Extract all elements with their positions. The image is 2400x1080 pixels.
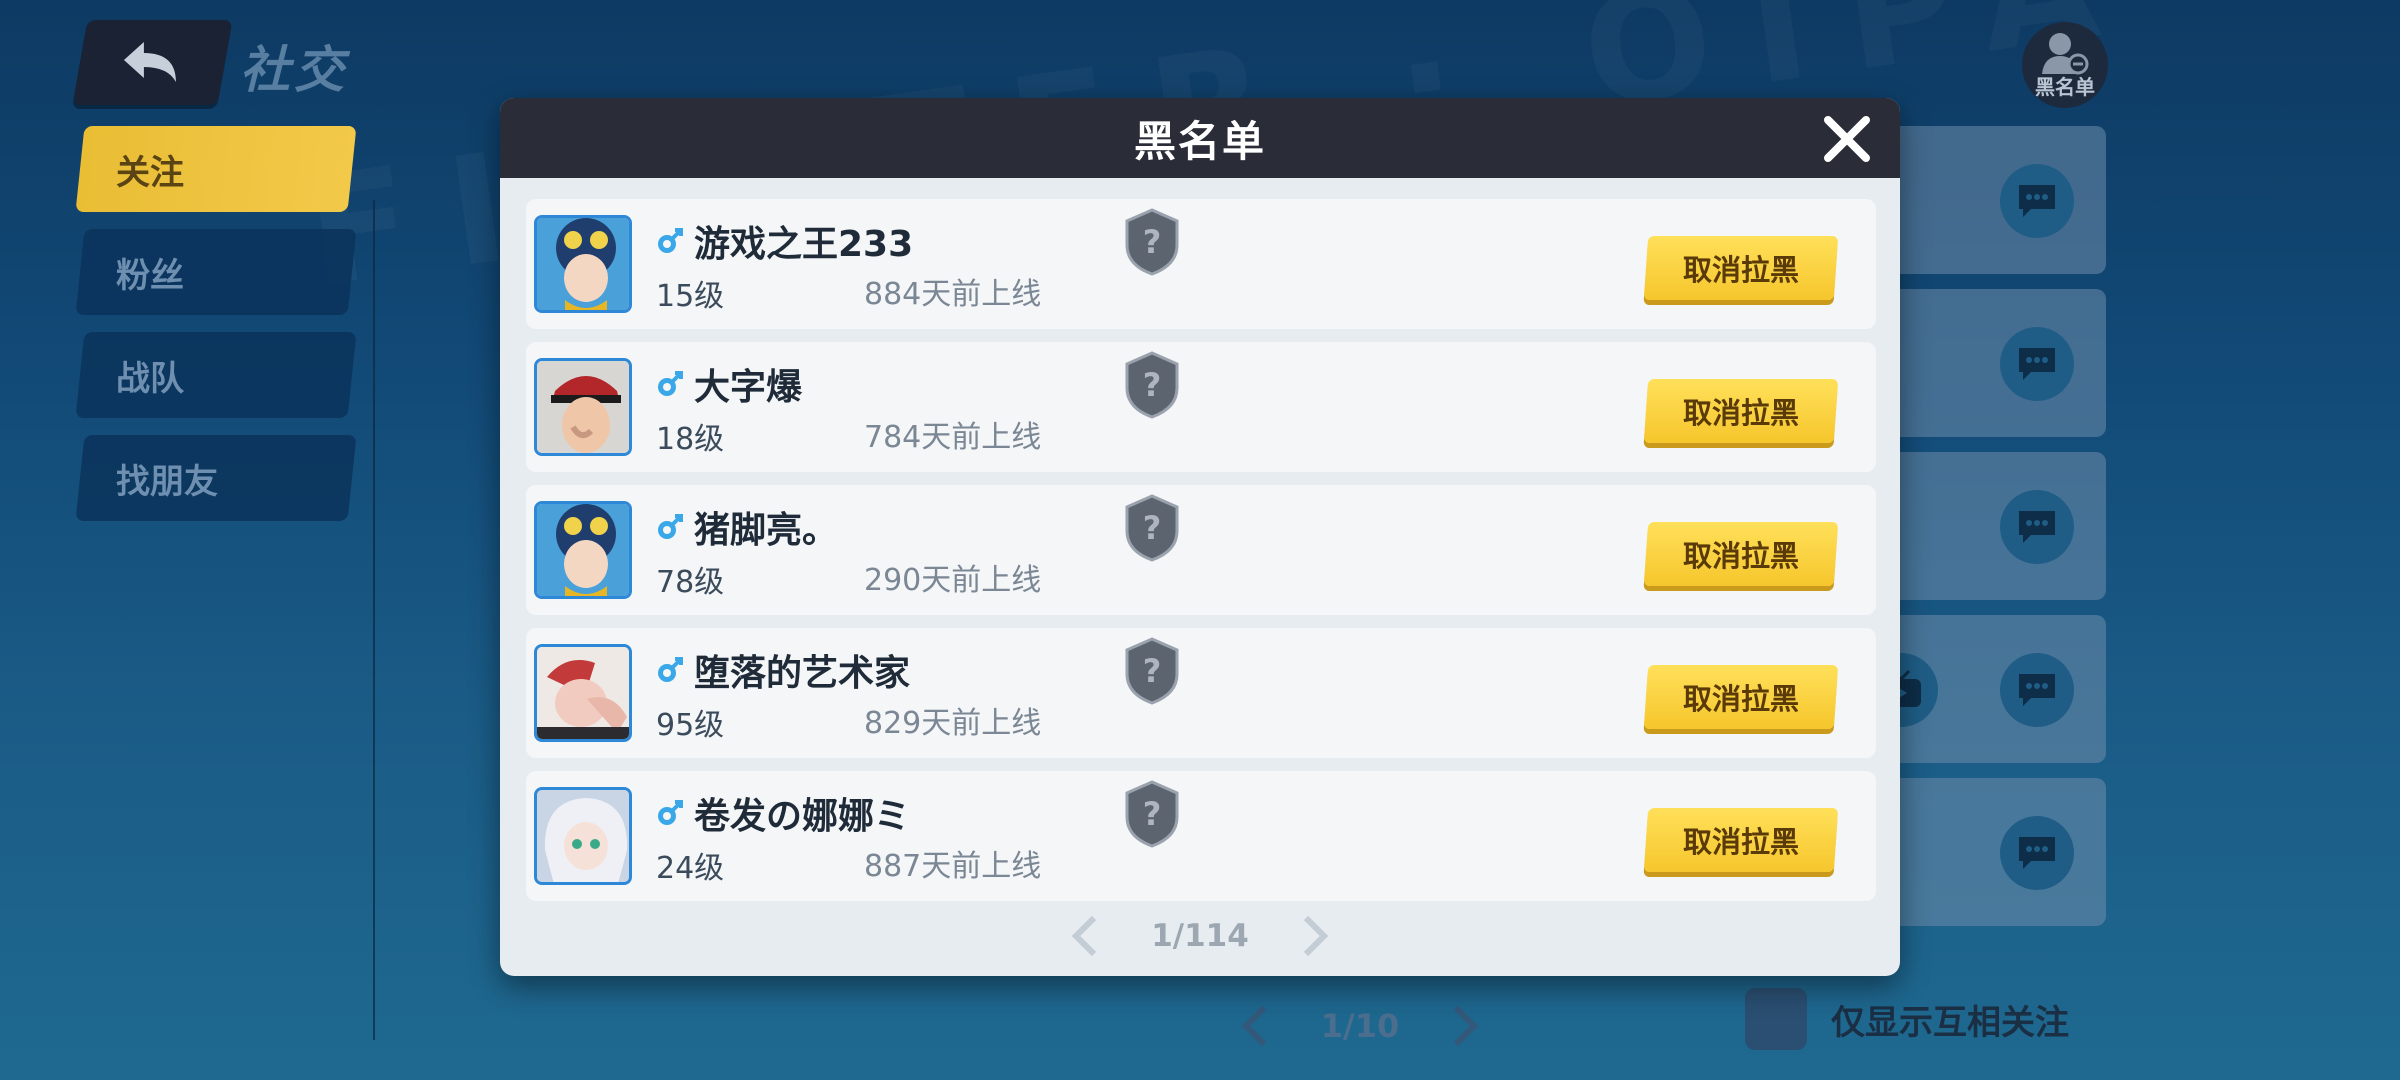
tab-follow[interactable]: 关注 bbox=[75, 126, 357, 212]
rank-unknown-icon: ? bbox=[1125, 351, 1179, 419]
male-icon bbox=[658, 800, 683, 825]
chat-icon bbox=[2019, 511, 2055, 543]
avatar[interactable] bbox=[534, 358, 632, 456]
list-item: 猪脚亮。 78级 290天前上线 ? 取消拉黑 bbox=[526, 485, 1876, 615]
bg-pagination: 1/10 bbox=[1240, 996, 1480, 1056]
tab-follow-label: 关注 bbox=[116, 152, 184, 193]
mutual-only-toggle[interactable]: 仅显示互相关注 bbox=[1745, 988, 2069, 1050]
prev-page-icon[interactable] bbox=[1240, 1004, 1270, 1048]
user-block-icon bbox=[2042, 33, 2089, 75]
unblock-button-label: 取消拉黑 bbox=[1682, 682, 1799, 716]
mutual-only-label: 仅显示互相关注 bbox=[1831, 1002, 2069, 1043]
dialog-title: 黑名单 bbox=[1133, 116, 1266, 166]
svg-text:?: ? bbox=[1143, 223, 1162, 261]
tab-fans-label: 粉丝 bbox=[116, 255, 184, 296]
unblock-button[interactable]: 取消拉黑 bbox=[1643, 808, 1839, 872]
blacklist-list: 游戏之王233 15级 884天前上线 ? 取消拉黑 大字爆 18级 784天前… bbox=[526, 199, 1876, 914]
unblock-button-label: 取消拉黑 bbox=[1682, 825, 1799, 859]
user-level: 18级 bbox=[656, 422, 725, 457]
blacklist-dialog: 黑名单 游戏之王233 15级 884天前上线 ? 取消拉黑 大字爆 18级 7… bbox=[500, 98, 1900, 976]
unblock-button[interactable]: 取消拉黑 bbox=[1643, 665, 1839, 729]
friend-card bbox=[1870, 778, 2106, 926]
last-online: 884天前上线 bbox=[864, 277, 1042, 312]
rank-unknown-icon: ? bbox=[1125, 780, 1179, 848]
unblock-button-label: 取消拉黑 bbox=[1682, 253, 1799, 287]
male-icon bbox=[658, 371, 683, 396]
username: 猪脚亮。 bbox=[694, 510, 839, 551]
chat-button[interactable] bbox=[2000, 816, 2074, 890]
friend-card bbox=[1864, 615, 2106, 763]
chat-button[interactable] bbox=[2000, 164, 2074, 238]
next-page-icon[interactable] bbox=[1300, 914, 1330, 958]
rank-unknown-icon: ? bbox=[1125, 494, 1179, 562]
back-button[interactable] bbox=[72, 20, 233, 105]
rank-unknown-icon: ? bbox=[1125, 637, 1179, 705]
user-level: 24级 bbox=[656, 851, 725, 886]
user-level: 15级 bbox=[656, 279, 725, 314]
mutual-only-checkbox[interactable] bbox=[1745, 988, 1807, 1050]
avatar[interactable] bbox=[534, 215, 632, 313]
last-online: 290天前上线 bbox=[864, 563, 1042, 598]
user-level: 95级 bbox=[656, 708, 725, 743]
chat-button[interactable] bbox=[2000, 490, 2074, 564]
friend-card bbox=[1870, 126, 2106, 274]
tab-find-friends-label: 找朋友 bbox=[116, 461, 218, 502]
tab-team[interactable]: 战队 bbox=[75, 332, 357, 418]
username: 堕落的艺术家 bbox=[694, 653, 911, 694]
list-item: 卷发の娜娜ミ 24级 887天前上线 ? 取消拉黑 bbox=[526, 771, 1876, 901]
tab-team-label: 战队 bbox=[116, 358, 184, 399]
next-page-icon[interactable] bbox=[1450, 1004, 1480, 1048]
svg-text:?: ? bbox=[1143, 509, 1162, 547]
male-icon bbox=[658, 657, 683, 682]
unblock-button[interactable]: 取消拉黑 bbox=[1643, 236, 1839, 300]
svg-text:?: ? bbox=[1143, 652, 1162, 690]
divider bbox=[373, 200, 375, 1040]
list-item: 堕落的艺术家 95级 829天前上线 ? 取消拉黑 bbox=[526, 628, 1876, 758]
male-icon bbox=[658, 228, 683, 253]
friend-card bbox=[1870, 289, 2106, 437]
page-indicator: 1/114 bbox=[1151, 918, 1249, 954]
dialog-header: 黑名单 bbox=[500, 98, 1900, 178]
unblock-button-label: 取消拉黑 bbox=[1682, 539, 1799, 573]
side-nav: 关注 粉丝 战队 找朋友 bbox=[75, 126, 357, 538]
rank-unknown-icon: ? bbox=[1125, 208, 1179, 276]
prev-page-icon[interactable] bbox=[1070, 914, 1100, 958]
avatar[interactable] bbox=[534, 644, 632, 742]
friend-card bbox=[1870, 452, 2106, 600]
avatar[interactable] bbox=[534, 501, 632, 599]
chat-icon bbox=[2019, 837, 2055, 869]
close-icon[interactable] bbox=[1820, 112, 1874, 166]
list-item: 大字爆 18级 784天前上线 ? 取消拉黑 bbox=[526, 342, 1876, 472]
username: 游戏之王233 bbox=[694, 224, 914, 265]
unblock-button-label: 取消拉黑 bbox=[1682, 396, 1799, 430]
male-icon bbox=[658, 514, 683, 539]
unblock-button[interactable]: 取消拉黑 bbox=[1643, 379, 1839, 443]
blacklist-button[interactable]: 黑名单 bbox=[2022, 22, 2108, 108]
tab-fans[interactable]: 粉丝 bbox=[75, 229, 357, 315]
bg-page-indicator: 1/10 bbox=[1320, 1007, 1400, 1045]
list-item: 游戏之王233 15级 884天前上线 ? 取消拉黑 bbox=[526, 199, 1876, 329]
chat-button[interactable] bbox=[2000, 653, 2074, 727]
unblock-button[interactable]: 取消拉黑 bbox=[1643, 522, 1839, 586]
username: 卷发の娜娜ミ bbox=[694, 796, 911, 837]
page-title: 社交 bbox=[240, 41, 348, 99]
tab-find-friends[interactable]: 找朋友 bbox=[75, 435, 357, 521]
svg-text:?: ? bbox=[1143, 795, 1162, 833]
last-online: 887天前上线 bbox=[864, 849, 1042, 884]
chat-button[interactable] bbox=[2000, 327, 2074, 401]
last-online: 829天前上线 bbox=[864, 706, 1042, 741]
dialog-pagination: 1/114 bbox=[1070, 908, 1330, 964]
svg-text:?: ? bbox=[1143, 366, 1162, 404]
last-online: 784天前上线 bbox=[864, 420, 1042, 455]
chat-icon bbox=[2019, 185, 2055, 217]
avatar[interactable] bbox=[534, 787, 632, 885]
chat-icon bbox=[2019, 348, 2055, 380]
chat-icon bbox=[2019, 674, 2055, 706]
username: 大字爆 bbox=[694, 367, 803, 408]
user-level: 78级 bbox=[656, 565, 725, 600]
back-arrow-icon bbox=[123, 42, 176, 82]
